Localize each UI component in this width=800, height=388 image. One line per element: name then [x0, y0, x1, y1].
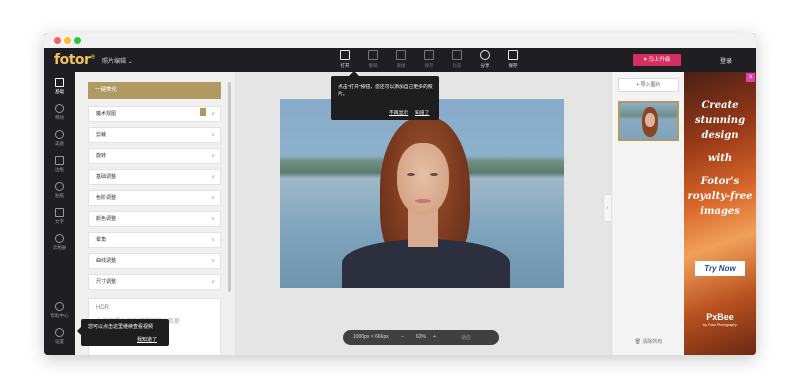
diamond-icon: ♥ — [643, 57, 647, 63]
open-button[interactable]: 打开 — [334, 50, 356, 69]
open-icon — [340, 50, 350, 60]
maximize-window-button[interactable] — [74, 37, 81, 44]
chevron-down-icon: ∨ — [211, 153, 215, 159]
chevron-down-icon: ∨ — [211, 132, 215, 138]
undo-button[interactable]: 撤销 — [362, 50, 384, 69]
hdr-title: HDR — [96, 305, 109, 311]
pxbee-logo: PxBee — [706, 312, 734, 322]
edited-photo[interactable] — [280, 99, 564, 288]
flask-icon — [55, 104, 64, 113]
accordion-resize[interactable]: 尺寸调整 ∨ — [88, 274, 221, 290]
chevron-down-icon: ∨ — [211, 279, 215, 285]
accordion-rotate[interactable]: 旋转 ∨ — [88, 148, 221, 164]
nav-cloud-album[interactable]: 云相册 — [44, 234, 75, 251]
one-click-enhance-button[interactable]: 一键美化 — [88, 82, 221, 99]
right-panel: + 导入图片 🗑 清除所有 — [611, 72, 685, 355]
accordion-crop[interactable]: 剪裁 ∨ — [88, 127, 221, 143]
got-it-link[interactable]: 知道了 — [415, 109, 429, 116]
nav-text[interactable]: 文字 — [44, 208, 75, 225]
nav-beauty[interactable]: 美颜 — [44, 130, 75, 147]
clear-all-button[interactable]: 🗑 清除所有 — [612, 338, 685, 345]
chevron-down-icon: ∨ — [211, 258, 215, 264]
trash-icon: 🗑 — [634, 339, 641, 345]
chevron-down-icon: ∨ — [211, 216, 215, 222]
redo-button[interactable]: 重做 — [390, 50, 412, 69]
chevron-down-icon: ∨ — [211, 237, 215, 243]
share-icon — [480, 50, 490, 60]
close-window-button[interactable] — [54, 37, 61, 44]
redo-icon — [396, 50, 406, 60]
bookmark-badge-icon — [200, 108, 206, 116]
photo-edit-menu[interactable]: 照片编辑 ⌄ — [102, 56, 133, 65]
panel-scrollbar[interactable] — [228, 82, 231, 292]
accordion-levels[interactable]: 色阶调整 ∨ — [88, 190, 221, 206]
image-thumbnail[interactable] — [618, 101, 679, 141]
login-link[interactable]: 登录 — [720, 56, 732, 65]
import-image-button[interactable]: + 导入图片 — [618, 78, 679, 92]
compare-button[interactable]: 比较 — [446, 50, 468, 69]
chevron-down-icon: ∨ — [211, 111, 215, 117]
fotor-logo[interactable]: fotor® — [54, 52, 95, 68]
accordion-curves[interactable]: 曲线调整 ∨ — [88, 253, 221, 269]
help-icon — [55, 302, 64, 311]
share-button[interactable]: 分享 — [474, 50, 496, 69]
fit-button[interactable]: 适应 — [461, 334, 471, 341]
video-hint-tooltip: 您可以点击这里继续查看视频 我知道了 — [77, 319, 169, 346]
canvas-area: 点击"打开"按钮，您还可以添加自己更多的照片。 不再显示 知道了 1000px … — [235, 71, 612, 355]
ad-banner[interactable]: × Create stunning design with Fotor's ro… — [684, 72, 756, 355]
nav-stickers[interactable]: 贴纸 — [44, 182, 75, 199]
accordion-basic-adjust[interactable]: 基础调整 ∨ — [88, 169, 221, 185]
nav-basic[interactable]: 基础 — [44, 78, 75, 95]
window-titlebar — [44, 33, 756, 49]
close-ad-icon[interactable]: × — [746, 73, 755, 82]
eye-icon — [55, 130, 64, 139]
app-window: fotor® 照片编辑 ⌄ 打开 撤销 重做 保存 比较 分享 保存 ♥ 马上升… — [44, 33, 756, 355]
frame-icon — [55, 156, 64, 165]
nav-frames[interactable]: 边框 — [44, 156, 75, 173]
got-it-link[interactable]: 我知道了 — [137, 336, 157, 343]
accordion-magic[interactable]: 魔术观图 ∨ — [88, 106, 221, 122]
chevron-down-icon: ⌄ — [127, 59, 133, 65]
tools-panel: 一键美化 魔术观图 ∨ 剪裁 ∨ 旋转 ∨ 基础调整 ∨ 色阶调整 ∨ 颜色调整… — [75, 72, 235, 355]
nav-effects[interactable]: 特效 — [44, 104, 75, 121]
zoom-level: 63% — [416, 334, 427, 340]
sliders-icon — [55, 78, 64, 87]
save-icon — [508, 50, 518, 60]
accordion-color[interactable]: 颜色调整 ∨ — [88, 211, 221, 227]
zoom-in-button[interactable]: + — [433, 334, 436, 340]
chevron-down-icon: ∨ — [211, 174, 215, 180]
ad-headline: Create stunning design with Fotor's roya… — [687, 100, 753, 217]
gear-icon — [55, 328, 64, 337]
nav-help-center[interactable]: 帮助中心 — [44, 302, 75, 319]
save-button[interactable]: 保存 — [502, 50, 524, 69]
try-now-button[interactable]: Try Now — [695, 261, 745, 276]
text-icon — [55, 208, 64, 217]
zoom-bar: 1000px × 666px − 63% + 适应 — [343, 330, 499, 345]
minimize-window-button[interactable] — [64, 37, 71, 44]
chevron-down-icon: ∨ — [211, 195, 215, 201]
dont-show-again-link[interactable]: 不再显示 — [389, 109, 408, 116]
zoom-out-button[interactable]: − — [401, 334, 404, 340]
pxbee-tagline: by Fotor Photography — [703, 323, 737, 327]
undo-icon — [368, 50, 378, 60]
save-icon — [424, 50, 434, 60]
top-toolbar: fotor® 照片编辑 ⌄ 打开 撤销 重做 保存 比较 分享 保存 ♥ 马上升… — [44, 48, 756, 72]
nav-settings[interactable]: 设置 — [44, 328, 75, 345]
compare-icon — [452, 50, 462, 60]
upgrade-button[interactable]: ♥ 马上升级 — [633, 54, 681, 66]
plus-icon: + — [636, 82, 640, 88]
open-hint-tooltip: 点击"打开"按钮，您还可以添加自己更多的照片。 不再显示 知道了 — [331, 71, 439, 120]
image-size: 1000px × 666px — [353, 334, 389, 340]
cloud-icon — [55, 234, 64, 243]
sticker-icon — [55, 182, 64, 191]
save-draft-button[interactable]: 保存 — [418, 50, 440, 69]
left-nav: 基础 特效 美颜 边框 贴纸 文字 云相册 帮助中心 设置 — [44, 72, 75, 355]
accordion-vignette[interactable]: 晕角 ∨ — [88, 232, 221, 248]
